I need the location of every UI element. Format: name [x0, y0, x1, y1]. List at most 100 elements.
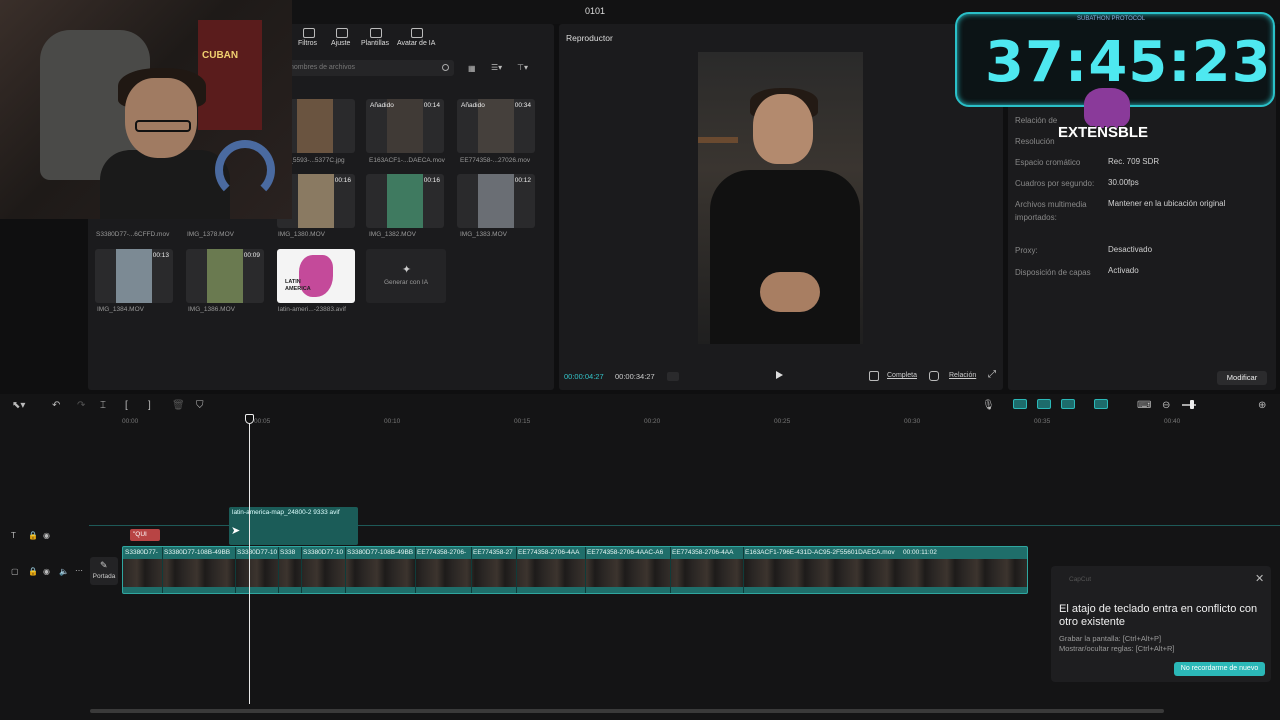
grid-view-icon[interactable]: ▦ — [468, 64, 476, 73]
clip-label: S3380D77-108B-49BB — [164, 549, 231, 556]
extensible-logo: EXTENSBLE — [1058, 88, 1156, 154]
fullscreen-quality-icon[interactable] — [869, 371, 879, 381]
zoom-fit-icon[interactable]: ⊕ — [1258, 400, 1266, 411]
media-name: IMG_1384.MOV — [97, 306, 144, 313]
snapshot-icon[interactable] — [929, 371, 939, 381]
dont-remind-button[interactable]: No recordarme de nuevo — [1174, 662, 1265, 676]
trim-left-icon[interactable]: [ — [125, 400, 128, 411]
play-icon[interactable] — [776, 371, 783, 379]
media-duration: 00:13 — [152, 252, 169, 259]
notification-heading: El atajo de teclado entra en conflicto c… — [1059, 603, 1258, 628]
linkage-icon[interactable] — [1061, 399, 1075, 409]
tab-filters[interactable]: Filtros — [298, 40, 317, 47]
edit-pencil-icon: ✎ — [100, 560, 108, 570]
logo-text: EXTENSBLE — [1058, 124, 1149, 141]
audio-icon[interactable]: 🔈 — [59, 567, 69, 576]
media-name: IMG_1380.MOV — [278, 231, 325, 238]
media-thumb[interactable]: 00:12 — [457, 174, 535, 228]
zoom-out-icon[interactable]: ⊖ — [1162, 400, 1170, 411]
cover-button[interactable]: ✎ Portada — [90, 557, 118, 585]
clip-duration: 00:00:11:02 — [903, 549, 937, 556]
adjust-icon — [336, 28, 348, 38]
mouse-cursor-icon: ➤ — [231, 525, 241, 537]
ruler-label: 00:20 — [644, 418, 661, 425]
timeline-scrollbar[interactable] — [90, 709, 1164, 713]
eye-icon[interactable]: ◉ — [43, 531, 50, 540]
filter-icon — [303, 28, 315, 38]
auto-snap-icon[interactable] — [1037, 399, 1051, 409]
player-title: Reproductor — [566, 33, 613, 43]
playhead[interactable] — [249, 418, 250, 704]
magnet-link-icon[interactable] — [1013, 399, 1027, 409]
ruler-label: 00:15 — [514, 418, 531, 425]
close-icon[interactable]: ✕ — [1255, 572, 1264, 585]
detail-key: Archivos multimedia importados: — [1015, 200, 1087, 222]
media-name: IMG_1378.MOV — [187, 231, 234, 238]
clip-label: S338 — [280, 549, 296, 556]
ruler-label: 00:10 — [384, 418, 401, 425]
microphone-icon[interactable]: 🎙 — [982, 400, 995, 411]
media-duration: 00:16 — [334, 177, 351, 184]
detail-key: Cuadros por segundo: — [1015, 179, 1095, 188]
ai-avatar-icon — [411, 28, 423, 38]
clip-label: EE774358-2706-4AA — [672, 549, 734, 556]
media-duration: 00:09 — [243, 252, 260, 259]
full-quality-button[interactable]: Completa — [887, 372, 917, 379]
split-icon[interactable]: ⌶ — [100, 400, 106, 411]
expand-icon[interactable]: ⤢ — [988, 369, 996, 380]
tab-adjust[interactable]: Ajuste — [331, 40, 350, 47]
ruler-label: 00:05 — [254, 418, 271, 425]
cover-label: Portada — [92, 573, 116, 580]
media-thumb[interactable]: Añadido 00:34 — [457, 99, 535, 153]
delete-icon[interactable]: 🗑 — [172, 400, 185, 411]
detail-key: Espacio cromático — [1015, 158, 1081, 167]
search-input[interactable]: nombres de archivos — [284, 60, 454, 76]
undo-icon[interactable]: ↶ — [52, 400, 60, 411]
media-thumb-map[interactable]: LATIN AMERICA — [277, 249, 355, 303]
timecode-toggle-icon[interactable] — [667, 372, 679, 381]
main-video-clips[interactable]: S3380D77- S3380D77-108B-49BB S3380D77-10… — [122, 546, 1028, 594]
text-clip[interactable]: "QUI — [130, 529, 160, 541]
more-icon[interactable]: ⋯ — [75, 566, 83, 575]
media-thumb[interactable]: Añadido 00:14 — [366, 99, 444, 153]
media-thumb[interactable]: 00:16 — [366, 174, 444, 228]
detail-value: Activado — [1108, 266, 1139, 275]
video-preview[interactable] — [698, 52, 863, 344]
clip-label: E163ACF1-796E-431D-AC95-2F55601DAECA.mov — [745, 549, 895, 556]
detail-key: Proxy: — [1015, 246, 1038, 255]
ruler-label: 00:00 — [122, 418, 139, 425]
detail-value: Desactivado — [1108, 245, 1153, 254]
select-tool-icon[interactable]: ⬉▾ — [12, 400, 25, 411]
tab-templates[interactable]: Plantillas — [361, 40, 389, 47]
templates-icon — [370, 28, 382, 38]
ruler-label: 00:30 — [904, 418, 921, 425]
sort-icon[interactable]: ☰▾ — [491, 63, 502, 72]
ruler-label: 00:40 — [1164, 418, 1181, 425]
clip-label: EE774358-2706-4AAC-A6 — [587, 549, 664, 556]
tab-ai-avatar[interactable]: Avatar de IA — [397, 40, 435, 47]
media-duration: 00:14 — [423, 102, 440, 109]
preview-axis-icon[interactable] — [1094, 399, 1108, 409]
shield-icon[interactable]: ⛉ — [196, 400, 204, 411]
redo-icon[interactable]: ↷ — [77, 400, 85, 411]
lock-icon[interactable]: 🔒 — [28, 567, 38, 576]
lock-icon[interactable]: 🔒 — [28, 531, 38, 540]
search-icon[interactable] — [442, 64, 449, 71]
timer-subtitle: SUBATHON PROTOCOL — [1077, 16, 1146, 22]
video-track-icon: ▢ — [11, 567, 19, 576]
modify-button[interactable]: Modificar — [1217, 371, 1267, 385]
generate-ai-card[interactable]: ✦ Generar con IA — [366, 249, 446, 303]
media-thumb[interactable]: 00:09 — [186, 249, 264, 303]
media-thumb[interactable]: 00:13 — [95, 249, 173, 303]
trim-right-icon[interactable]: ] — [148, 400, 151, 411]
keyboard-icon[interactable]: ⌨ — [1137, 400, 1151, 411]
zoom-slider-handle[interactable] — [1190, 400, 1194, 409]
text-track-icon: T — [11, 531, 16, 540]
notification-line: Grabar la pantalla: [Ctrl+Alt+P] — [1059, 634, 1162, 643]
media-duration: 00:34 — [514, 102, 531, 109]
eye-icon[interactable]: ◉ — [43, 567, 50, 576]
ratio-button[interactable]: Relación — [949, 372, 976, 379]
playhead-handle[interactable] — [245, 414, 254, 424]
filter-dropdown-icon[interactable]: ⊤▾ — [517, 63, 528, 72]
media-duration: 00:16 — [423, 177, 440, 184]
